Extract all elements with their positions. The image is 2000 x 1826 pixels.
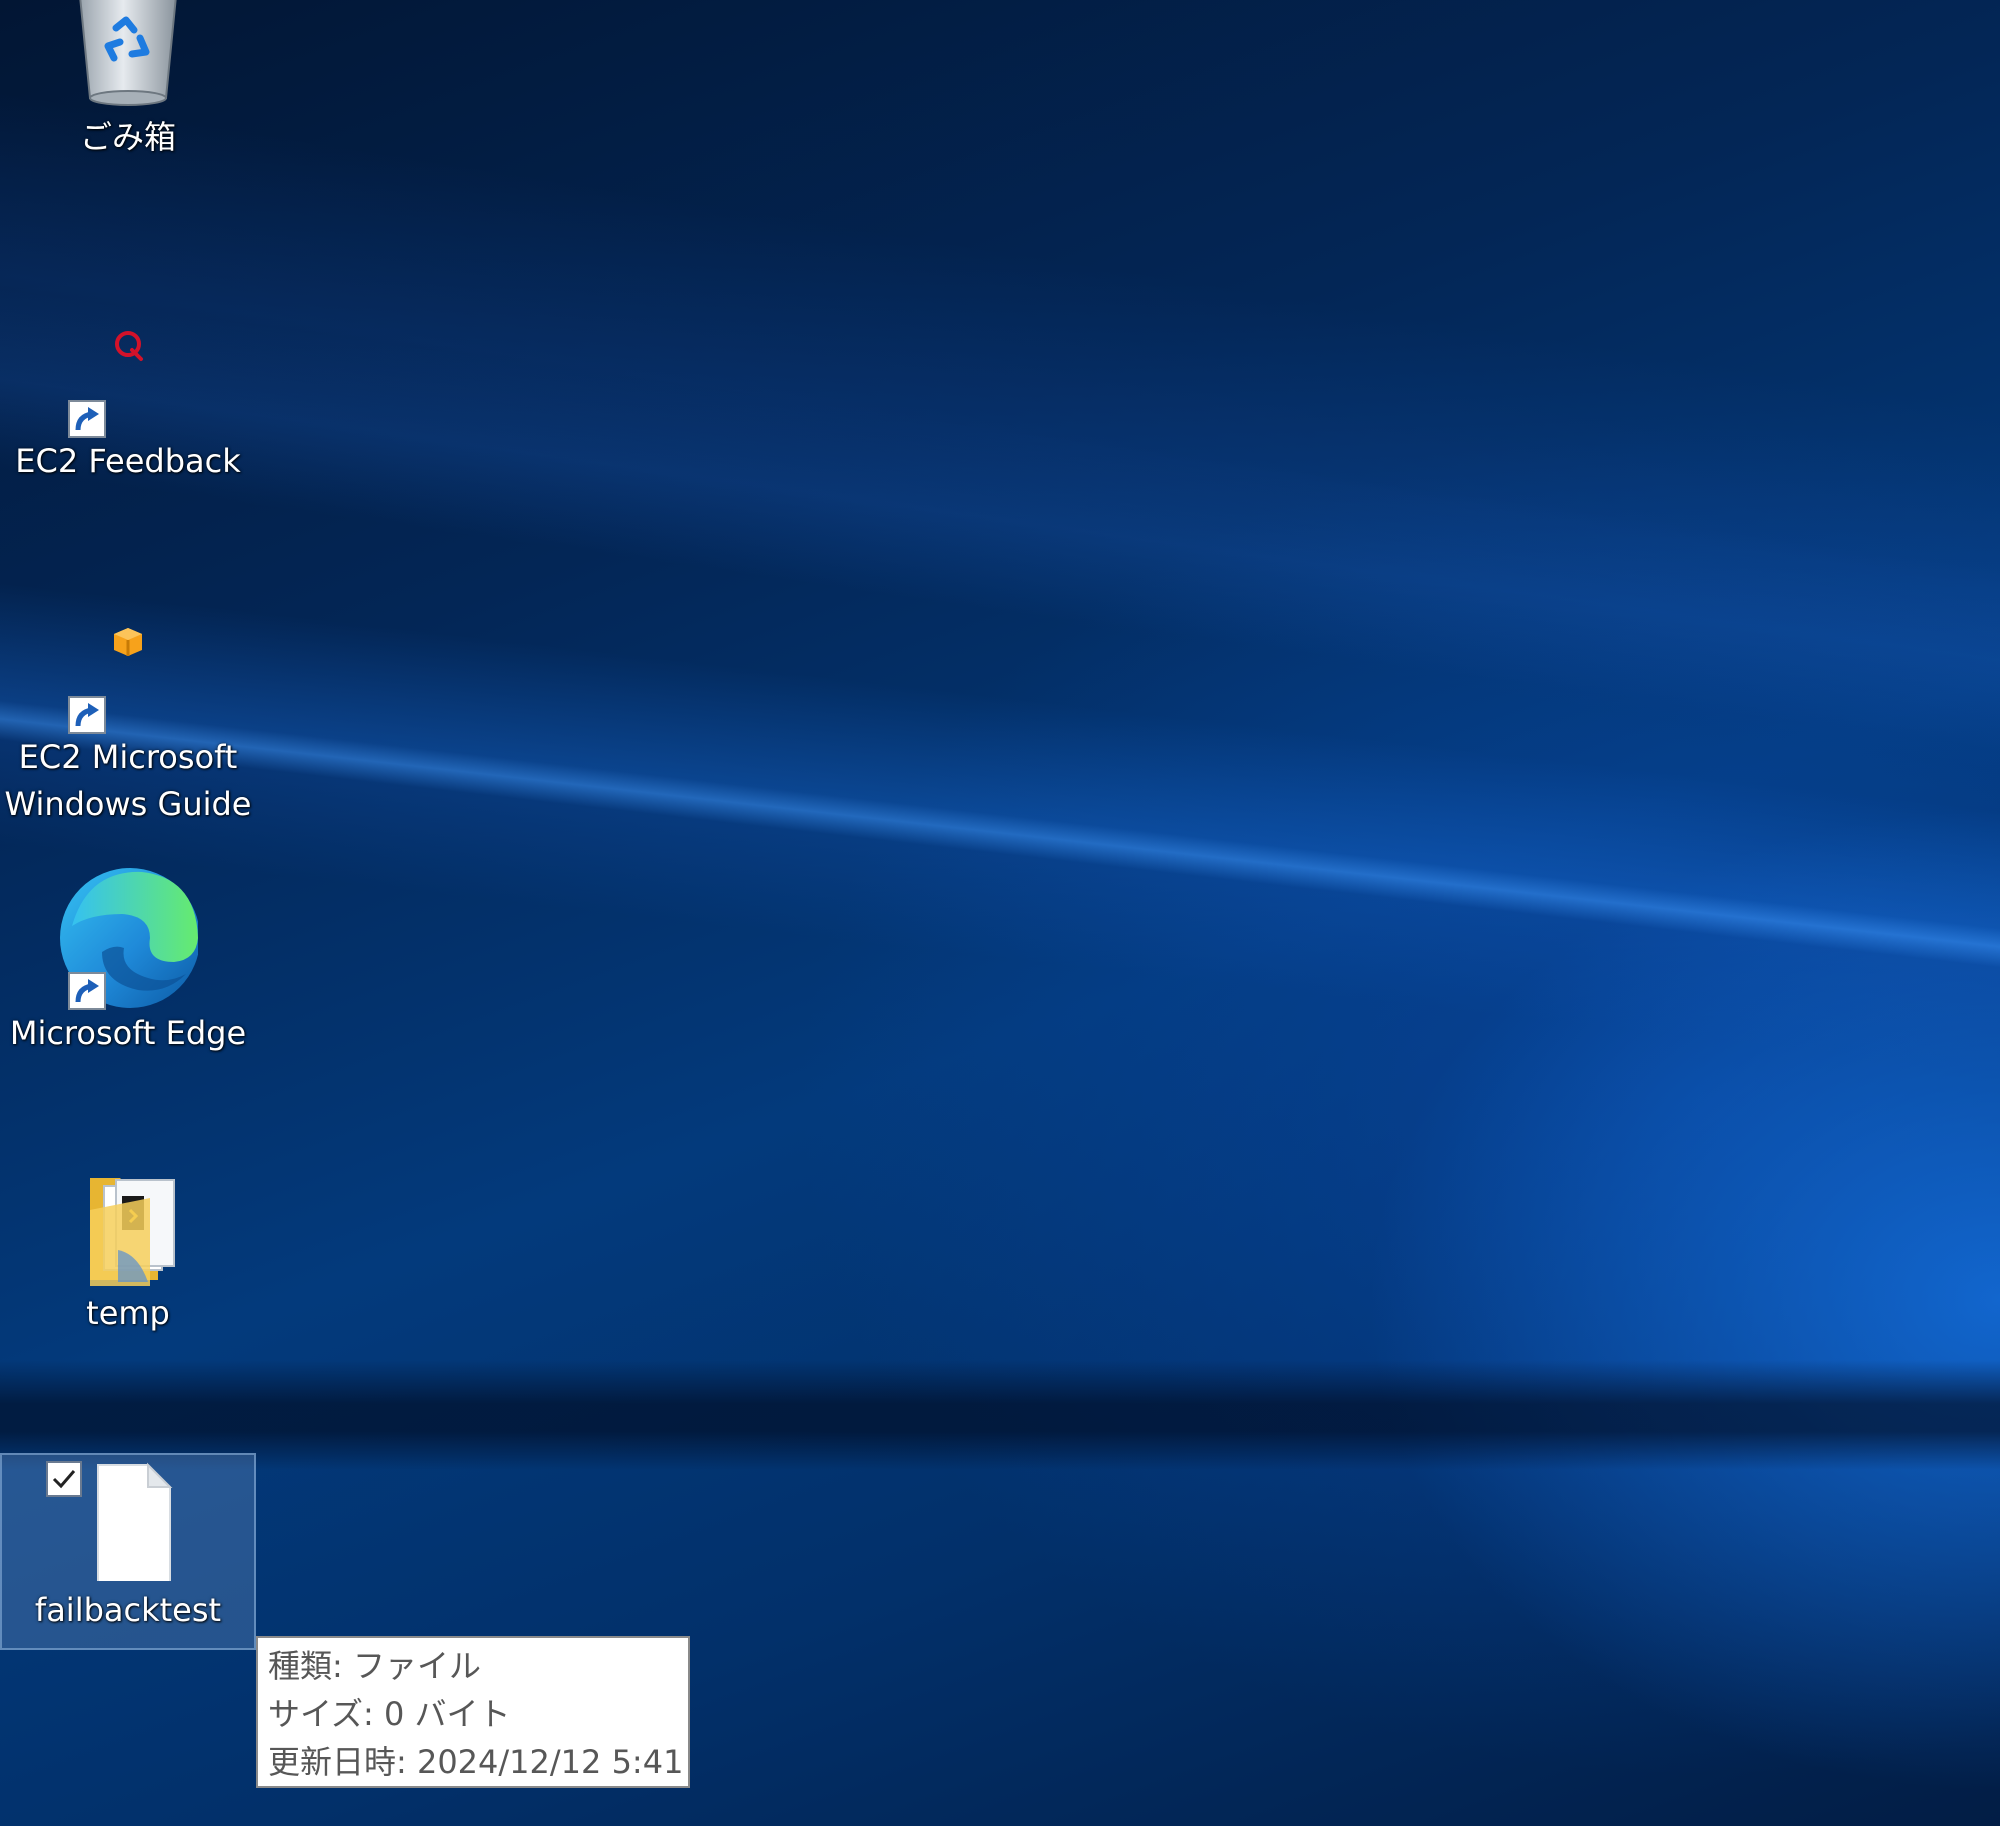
folder-icon [58,1170,198,1290]
desktop-icon-label: EC2 Microsoft Windows Guide [5,734,252,828]
desktop-icon-label: ごみ箱 [79,118,176,156]
desktop-icon-label-line: EC2 Microsoft [18,738,238,776]
file-info-tooltip: 種類: ファイル サイズ: 0 バイト 更新日時: 2024/12/12 5:4… [256,1636,690,1788]
desktop-icon-ec2-windows-guide[interactable]: EC2 Microsoft Windows Guide [0,614,256,828]
wallpaper-shadow-band [0,1360,2000,1470]
desktop-icon-temp-folder[interactable]: temp [0,1170,256,1337]
ec2-feedback-icon [58,318,198,438]
desktop-icon-label-line: Windows Guide [4,785,252,823]
tooltip-size: サイズ: 0 バイト [268,1695,511,1733]
wallpaper-light-beam [0,260,2000,801]
tooltip-type: 種類: ファイル [268,1647,481,1685]
file-icon [58,1461,198,1584]
shortcut-arrow-icon [68,972,106,1010]
desktop-icon-label: failbacktest [34,1591,222,1629]
shortcut-arrow-icon [68,400,106,438]
wallpaper-light-beam [0,60,2000,823]
desktop-icon-ec2-feedback[interactable]: EC2 Feedback [0,318,256,485]
recycle-bin-icon [58,0,198,114]
desktop-icon-label: Microsoft Edge [9,1014,247,1052]
desktop-icon-microsoft-edge[interactable]: Microsoft Edge [0,864,256,1057]
desktop-icon-label: EC2 Feedback [15,442,241,480]
tooltip-modified: 更新日時: 2024/12/12 5:41 [268,1743,684,1781]
desktop-icon-label: temp [86,1294,170,1332]
desktop-icon-recycle-bin[interactable]: ごみ箱 [0,0,256,161]
desktop-icon-failbacktest[interactable]: failbacktest [0,1453,256,1650]
desktop-background[interactable]: ごみ箱 EC2 Feedback EC2 Microsoft Windows G… [0,0,2000,1826]
wallpaper-light-beam [0,560,2000,1113]
aws-package-icon [58,614,198,734]
shortcut-arrow-icon [68,696,106,734]
edge-icon [58,864,198,1010]
